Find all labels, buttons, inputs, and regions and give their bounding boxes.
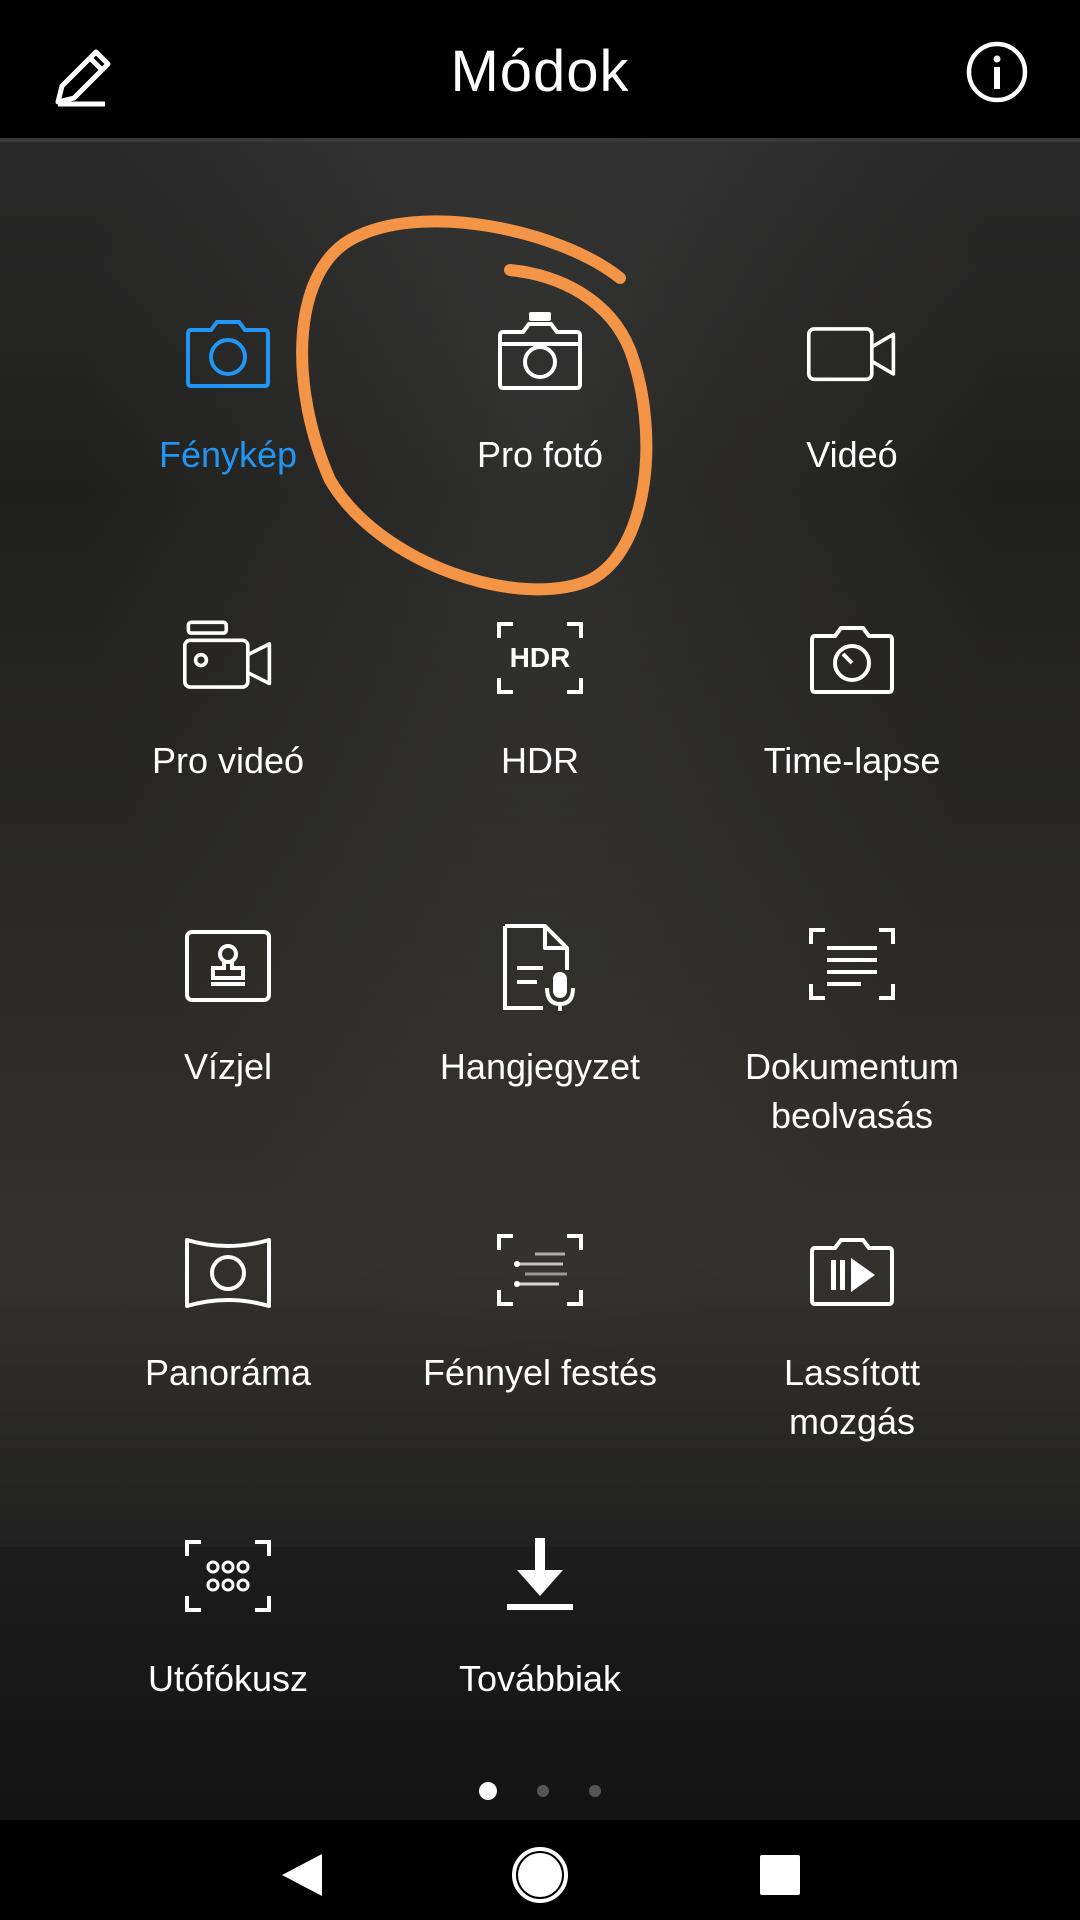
mode-label: Videó xyxy=(806,434,898,475)
mode-watermark[interactable]: Vízjel xyxy=(78,922,378,1162)
light-painting-icon xyxy=(497,1234,583,1306)
hdr-icon: HDR xyxy=(497,622,583,694)
modes-grid: Fénykép Pro fotó Videó Pro videó HDR HDR… xyxy=(0,280,1080,1760)
mode-label: Fénykép xyxy=(158,434,298,475)
mode-label: Fénnyel festés xyxy=(422,1352,658,1393)
mode-label: Hangjegyzet xyxy=(439,1046,641,1087)
mode-hdr[interactable]: HDR HDR xyxy=(390,616,690,856)
mode-label: HDR xyxy=(501,740,579,781)
mode-label: Time-lapse xyxy=(763,740,941,781)
header-divider xyxy=(0,138,1080,142)
page-dot[interactable] xyxy=(537,1785,549,1797)
mode-label: Továbbiak xyxy=(458,1658,622,1699)
download-icon xyxy=(507,1538,573,1610)
slow-motion-icon xyxy=(810,1238,894,1306)
pro-video-icon xyxy=(183,620,272,689)
mode-label: Lassított mozgás xyxy=(783,1352,921,1442)
home-icon[interactable] xyxy=(505,1840,575,1910)
audio-note-icon xyxy=(503,924,575,1011)
mode-pro-video[interactable]: Pro videó xyxy=(78,616,378,856)
mode-pro-photo[interactable]: Pro fotó xyxy=(390,310,690,550)
aperture-icon xyxy=(185,1540,271,1612)
mode-time-lapse[interactable]: Time-lapse xyxy=(702,616,1002,856)
watermark-icon xyxy=(185,930,271,1002)
svg-text:HDR: HDR xyxy=(510,642,571,673)
page-dot[interactable] xyxy=(589,1785,601,1797)
recents-icon[interactable] xyxy=(745,1840,815,1910)
mode-refocus[interactable]: Utófókusz xyxy=(78,1534,378,1774)
video-camera-icon xyxy=(807,327,896,382)
timelapse-icon xyxy=(810,626,894,694)
mode-slow-motion[interactable]: Lassított mozgás xyxy=(702,1228,1002,1468)
page-indicator xyxy=(0,1782,1080,1802)
camera-icon xyxy=(186,320,270,388)
mode-more[interactable]: Továbbiak xyxy=(390,1534,690,1774)
top-bar: Módok xyxy=(0,0,1080,142)
mode-label: Pro videó xyxy=(151,740,305,781)
mode-document-scan[interactable]: Dokumentum beolvasás xyxy=(702,922,1002,1162)
mode-label: Panoráma xyxy=(144,1352,312,1393)
mode-label: Dokumentum beolvasás xyxy=(744,1046,960,1136)
panorama-icon xyxy=(185,1238,271,1308)
info-icon[interactable] xyxy=(965,40,1029,104)
pro-camera-icon xyxy=(498,312,582,390)
back-icon[interactable] xyxy=(270,1840,340,1910)
document-scan-icon xyxy=(809,928,895,1000)
page-dot-active[interactable] xyxy=(479,1782,497,1800)
mode-panorama[interactable]: Panoráma xyxy=(78,1228,378,1468)
mode-audio-note[interactable]: Hangjegyzet xyxy=(390,922,690,1162)
mode-video[interactable]: Videó xyxy=(702,310,1002,550)
mode-photo[interactable]: Fénykép xyxy=(78,310,378,550)
mode-light-painting[interactable]: Fénnyel festés xyxy=(390,1228,690,1468)
mode-label: Pro fotó xyxy=(476,434,604,475)
mode-label: Utófókusz xyxy=(147,1658,309,1699)
page-title: Módok xyxy=(450,39,630,104)
mode-label: Vízjel xyxy=(183,1046,273,1087)
system-navigation-bar xyxy=(0,1820,1080,1920)
